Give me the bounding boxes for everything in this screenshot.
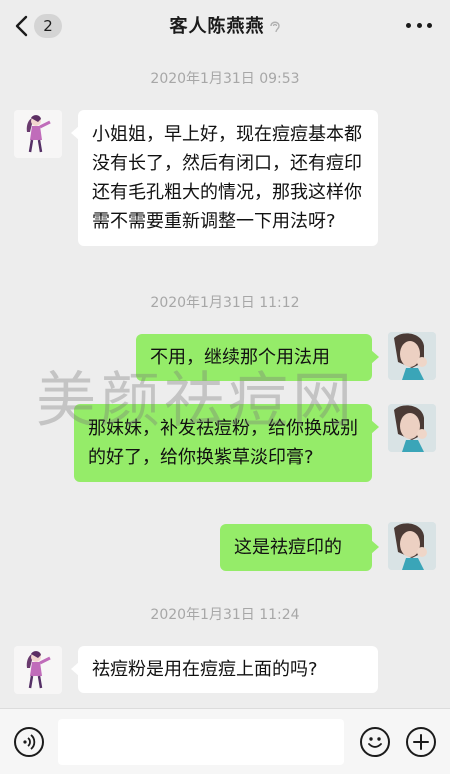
watermark-text: 美颜祛痘网 [36,366,356,436]
timestamp: 2020年1月31日 09:53 [150,71,300,87]
more-functions-button[interactable] [406,727,436,757]
message-bubble-outgoing[interactable]: 这是祛痘印的 [220,524,379,571]
timestamp: 2020年1月31日 11:12 [150,295,300,311]
mute-ear-icon [269,21,280,33]
voice-icon [23,734,36,750]
timestamp: 2020年1月31日 11:24 [150,607,300,623]
woman-photo-avatar-image [388,404,436,452]
contact-name: 客人陈燕燕 [169,16,265,37]
chat-title: 客人陈燕燕 [0,12,450,38]
anime-girl-avatar-image [14,110,62,158]
emoji-icon [368,737,382,748]
my-avatar[interactable] [388,332,436,380]
woman-photo-avatar-image [388,332,436,380]
anime-girl-avatar-image [14,646,62,694]
woman-photo-avatar-image [388,522,436,570]
message-input[interactable] [58,719,344,765]
message-bubble-incoming[interactable]: 祛痘粉是用在痘痘上面的吗? [71,646,378,693]
contact-avatar[interactable] [14,110,62,158]
top-bar: 2 客人陈燕燕 [0,0,450,52]
message-bubble-incoming[interactable]: 小姐姐，早上好，现在痘痘基本都没有长了，然后有闭口，还有痘印还有毛孔粗大的情况，… [71,110,378,246]
plus-icon [413,734,429,750]
voice-button[interactable] [14,727,44,757]
more-options-button[interactable] [406,14,432,36]
contact-avatar[interactable] [14,646,62,694]
my-avatar[interactable] [388,522,436,570]
input-bar [0,708,450,774]
emoji-button[interactable] [360,727,390,757]
more-dots-icon [406,22,411,28]
my-avatar[interactable] [388,404,436,452]
